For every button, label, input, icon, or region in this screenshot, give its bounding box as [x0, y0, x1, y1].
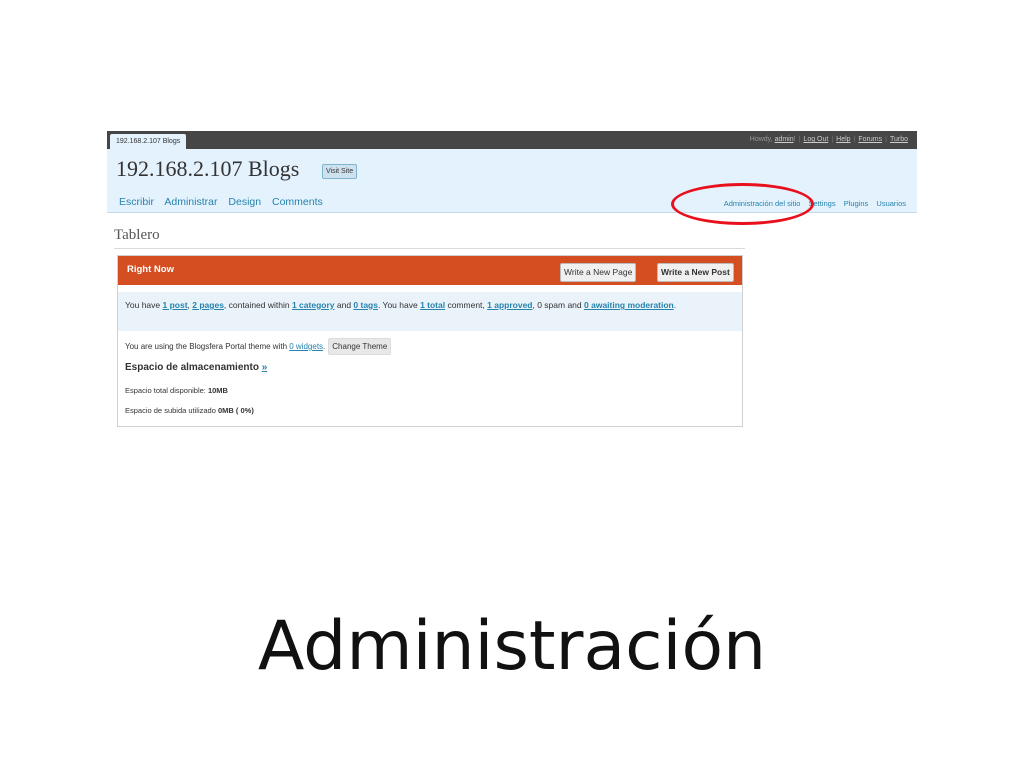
turbo-link[interactable]: Turbo [890, 136, 908, 143]
counts-panel: You have 1 post, 2 pages, contained with… [118, 292, 742, 331]
categories-link[interactable]: 1 category [292, 300, 335, 310]
storage-total-value: 10MB [207, 386, 228, 395]
storage-more-link[interactable]: » [262, 362, 268, 373]
nav-comments[interactable]: Comments [272, 196, 323, 208]
nav-plugins[interactable]: Plugins [844, 199, 869, 208]
user-link[interactable]: admin [775, 136, 794, 143]
log-out-link[interactable]: Log Out [803, 136, 828, 143]
change-theme-button[interactable]: Change Theme [328, 338, 392, 355]
admin-screenshot: 192.168.2.107 Blogs Howdy, admin! | Log Ou… [107, 131, 917, 430]
tags-link[interactable]: 0 tags [353, 300, 378, 310]
forums-link[interactable]: Forums [858, 136, 882, 143]
nav-administrar[interactable]: Administrar [164, 196, 217, 208]
admin-top-bar: 192.168.2.107 Blogs Howdy, admin! | Log Ou… [107, 131, 917, 149]
nav-escribir[interactable]: Escribir [119, 196, 154, 208]
nav-design[interactable]: Design [228, 196, 261, 208]
storage-used-value: 0MB ( 0%) [217, 406, 254, 415]
right-now-title: Right Now [127, 264, 174, 275]
pages-link[interactable]: 2 pages [192, 300, 224, 310]
howdy-text: Howdy, [749, 136, 773, 143]
site-tab[interactable]: 192.168.2.107 Blogs [110, 134, 187, 149]
approved-link[interactable]: 1 approved [487, 300, 532, 310]
page-title: Tablero [114, 227, 160, 243]
help-link[interactable]: Help [836, 136, 850, 143]
storage-total-line: Espacio total disponible: 10MB [125, 386, 228, 395]
user-info: Howdy, admin! | Log Out | Help | Forums | Turbo [749, 136, 908, 143]
theme-line: You are using the Blogsfera Portal theme… [125, 338, 392, 355]
write-new-page-button[interactable]: Write a New Page [560, 263, 637, 282]
title-divider [114, 248, 745, 249]
howdy-end: ! [793, 136, 796, 143]
right-now-header: Right Now Write a New Page Write a New P… [118, 256, 742, 285]
storage-used-line: Espacio de subida utilizado 0MB ( 0%) [125, 406, 254, 415]
storage-heading: Espacio de almacenamiento » [125, 362, 268, 373]
blog-title: 192.168.2.107 Blogs [116, 156, 300, 181]
total-comments-link[interactable]: 1 total [420, 300, 445, 310]
highlight-circle [671, 183, 814, 225]
visit-site-button[interactable]: Visit Site [322, 164, 358, 179]
main-nav: Escribir Administrar Design Comments [119, 196, 331, 208]
counts-text: You have 1 post, 2 pages, contained with… [125, 300, 677, 310]
nav-users[interactable]: Usuarios [876, 199, 906, 208]
awaiting-moderation-link[interactable]: 0 awaiting moderation [584, 300, 674, 310]
slide-title: Administración [257, 607, 767, 686]
posts-link[interactable]: 1 post [163, 300, 188, 310]
write-new-post-button[interactable]: Write a New Post [657, 263, 734, 282]
right-now-box: Right Now Write a New Page Write a New P… [117, 255, 743, 427]
widgets-link[interactable]: 0 widgets [289, 342, 323, 351]
